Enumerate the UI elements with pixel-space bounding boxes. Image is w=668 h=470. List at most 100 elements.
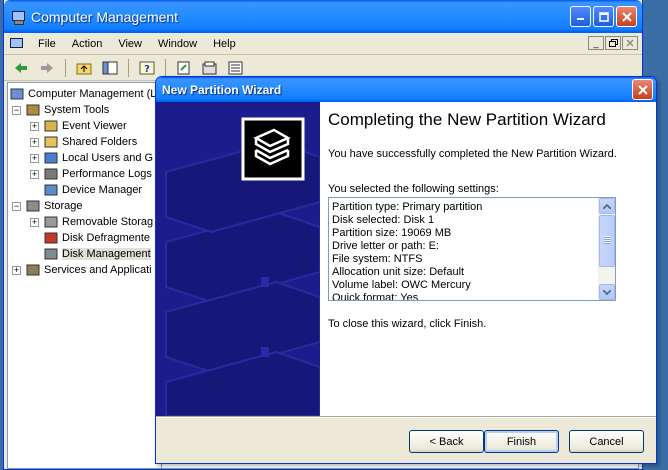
title-bar[interactable]: Computer Management	[4, 0, 642, 33]
wizard-content: Completing the New Partition Wizard You …	[156, 102, 656, 416]
settings-line: File system: NTFS	[332, 253, 423, 265]
menu-view[interactable]: View	[110, 38, 150, 50]
menu-window[interactable]: Window	[150, 38, 205, 50]
settings-line: Partition size: 19069 MB	[332, 227, 452, 239]
forward-toolbar-button[interactable]	[36, 58, 58, 78]
tree-item[interactable]: − Storage	[8, 198, 161, 214]
close-icon	[621, 11, 632, 22]
settings-summary-box[interactable]: Partition type: Primary partition Disk se…	[328, 197, 616, 301]
settings-line: Allocation unit size: Default	[332, 266, 465, 278]
back-arrow-icon	[15, 62, 27, 73]
tree-item[interactable]: + Shared Folders	[8, 134, 161, 150]
collapse-icon[interactable]: −	[12, 201, 21, 211]
console-tree[interactable]: Computer Management (L − System Tools + Even…	[7, 82, 162, 469]
disk-management-icon	[44, 248, 58, 260]
tree-item[interactable]: + Local Users and G	[8, 150, 161, 166]
tree-item-label: Shared Folders	[62, 136, 138, 148]
child-minimize-button[interactable]: _	[588, 36, 604, 50]
export-list-icon	[228, 61, 243, 74]
export-toolbar-button[interactable]	[225, 58, 247, 78]
refresh-icon	[177, 61, 190, 74]
close-instruction: To close this wizard, click Finish.	[328, 318, 487, 330]
shared-folder-icon	[44, 136, 58, 148]
back-toolbar-button[interactable]	[10, 58, 32, 78]
tree-item[interactable]: + Services and Applicati	[8, 262, 161, 278]
defrag-icon	[44, 232, 58, 244]
wizard-heading: Completing the New Partition Wizard	[328, 110, 606, 129]
users-icon	[44, 152, 58, 164]
child-close-button[interactable]	[622, 36, 638, 50]
maximize-icon	[598, 11, 609, 22]
minimize-button[interactable]	[570, 6, 591, 27]
tree-item[interactable]: Disk Defragmente	[8, 230, 161, 246]
finish-button[interactable]: Finish	[484, 430, 559, 453]
help-toolbar-button[interactable]: ?	[136, 58, 158, 78]
removable-storage-icon	[44, 216, 58, 228]
up-folder-button[interactable]	[73, 58, 95, 78]
toolbar-separator	[65, 58, 66, 77]
settings-line: Disk selected: Disk 1	[332, 214, 435, 226]
svg-text:?: ?	[144, 64, 150, 75]
scroll-up-button[interactable]	[599, 198, 615, 214]
expand-icon[interactable]: +	[12, 265, 21, 275]
settings-label: You selected the following settings:	[328, 183, 499, 195]
wizard-title-bar[interactable]: New Partition Wizard	[156, 77, 656, 102]
help-icon: ?	[139, 61, 155, 75]
wizard-side-banner	[156, 102, 320, 416]
show-hide-tree-button[interactable]	[99, 58, 121, 78]
close-button[interactable]	[616, 6, 637, 27]
tree-item[interactable]: + Event Viewer	[8, 118, 161, 134]
settings-line: Drive letter or path: E:	[332, 240, 439, 252]
expand-icon[interactable]: +	[30, 137, 39, 147]
collapse-icon[interactable]: −	[12, 105, 21, 115]
maximize-button[interactable]	[593, 6, 614, 27]
device-manager-icon	[44, 184, 58, 196]
wizard-button-row: < Back Finish Cancel	[409, 430, 644, 453]
tree-item[interactable]: Disk Management	[8, 246, 161, 262]
menu-file[interactable]: File	[30, 38, 64, 50]
settings-list: Partition type: Primary partition Disk se…	[329, 198, 615, 301]
cancel-button[interactable]: Cancel	[569, 430, 644, 453]
back-button[interactable]: < Back	[409, 430, 484, 453]
tree-item-label: Storage	[44, 200, 83, 212]
minimize-icon	[577, 18, 584, 20]
toolbar-separator	[128, 58, 129, 77]
restore-icon	[608, 39, 618, 47]
success-message: You have successfully completed the New …	[328, 148, 617, 160]
tree-item[interactable]: Device Manager	[8, 182, 161, 198]
tree-item[interactable]: Computer Management (L	[8, 86, 161, 102]
toolbar-separator	[165, 58, 166, 77]
wizard-title: New Partition Wizard	[162, 82, 282, 97]
scroll-thumb[interactable]	[599, 215, 615, 267]
forward-arrow-icon	[41, 62, 53, 73]
wizard-close-button[interactable]	[632, 79, 653, 100]
expand-icon[interactable]: +	[30, 153, 39, 163]
event-viewer-icon	[44, 120, 58, 132]
menu-action[interactable]: Action	[64, 38, 111, 50]
stacked-disks-watermark-icon	[156, 102, 320, 416]
settings-line: Quick format: Yes	[332, 292, 419, 301]
app-menu-icon[interactable]	[8, 36, 24, 52]
expand-icon[interactable]: +	[30, 169, 39, 179]
tools-icon	[26, 104, 40, 116]
menu-help[interactable]: Help	[205, 38, 244, 50]
tree-item[interactable]: + Removable Storag	[8, 214, 161, 230]
expand-icon[interactable]: +	[30, 217, 39, 227]
tree-item[interactable]: + Performance Logs	[8, 166, 161, 182]
tree-item-label: Event Viewer	[62, 120, 127, 132]
scroll-down-button[interactable]	[599, 284, 615, 300]
tree-item-label: Computer Management (L	[28, 88, 157, 100]
settings-line: Volume label: OWC Mercury	[332, 279, 471, 291]
new-partition-wizard-dialog: New Partition Wizard Completing the New …	[155, 76, 657, 464]
services-icon	[26, 264, 40, 276]
computer-management-icon	[10, 9, 26, 25]
window-title: Computer Management	[31, 8, 179, 25]
expand-icon[interactable]: +	[30, 121, 39, 131]
refresh-toolbar-button[interactable]	[173, 58, 195, 78]
settings-scrollbar[interactable]	[598, 198, 615, 300]
tree-item-label: Performance Logs	[62, 168, 152, 180]
up-folder-icon	[76, 63, 92, 74]
tree-item[interactable]: − System Tools	[8, 102, 161, 118]
child-restore-button[interactable]	[605, 36, 621, 50]
properties-toolbar-button[interactable]	[199, 58, 221, 78]
